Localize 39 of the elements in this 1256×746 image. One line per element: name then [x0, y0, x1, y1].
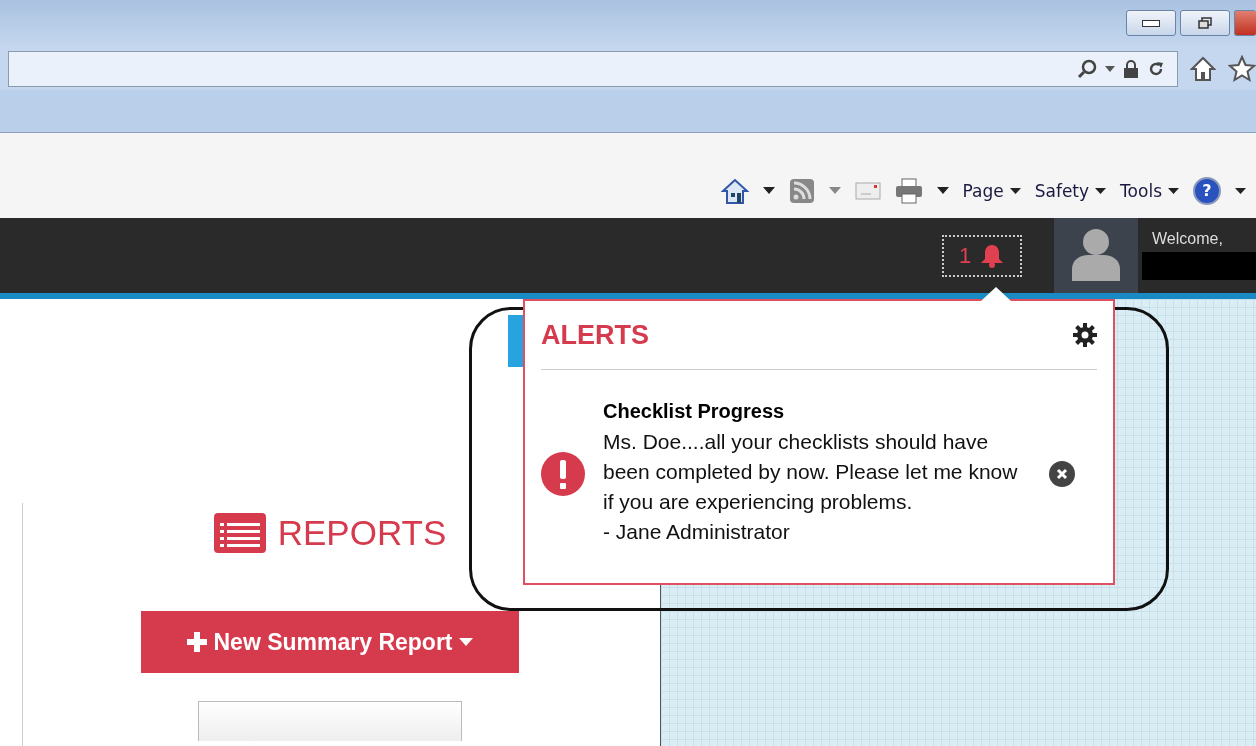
printer-icon[interactable] [894, 177, 923, 204]
caret-icon [458, 638, 473, 646]
caret-icon [1168, 187, 1179, 194]
restore-icon [1198, 17, 1212, 29]
restore-button[interactable] [1180, 10, 1230, 36]
caret-icon [1095, 187, 1107, 194]
caret-icon [1009, 187, 1021, 194]
rss-feed-icon[interactable] [788, 177, 815, 204]
lock-icon [1123, 60, 1139, 78]
caret-icon[interactable] [1105, 66, 1115, 72]
list-icon [213, 513, 266, 553]
caret-icon[interactable] [762, 187, 775, 194]
menu-button[interactable]: Safety [1034, 180, 1107, 201]
new-summary-report-button[interactable]: New Summary Report [141, 611, 519, 673]
menu-button[interactable]: Tools [1120, 180, 1179, 201]
search-icon[interactable] [1077, 59, 1097, 79]
alert-title: Checklist Progress [603, 400, 786, 423]
avatar-tile[interactable] [1054, 218, 1138, 293]
help-button[interactable]: ? [1193, 176, 1221, 205]
menu-button[interactable]: Page [962, 180, 1021, 201]
alert-signature: - Jane Administrator [603, 519, 791, 545]
close-icon[interactable] [1049, 460, 1075, 487]
star-icon[interactable] [1228, 55, 1256, 83]
home-icon[interactable] [720, 176, 749, 205]
reports-heading: REPORTS [277, 513, 447, 553]
minimize-button[interactable] [1126, 10, 1176, 36]
bell-icon [979, 243, 1006, 268]
user-icon [1070, 227, 1122, 281]
alerts-title: ALERTS [541, 319, 649, 351]
caret-icon[interactable] [1235, 187, 1246, 194]
welcome-text: Welcome, [1151, 230, 1224, 248]
alert-message: Ms. Doe....all your checklists should have been completed by now. Please let me know if you are experiencing problems. [603, 429, 1019, 515]
alert-count: 1 [958, 242, 972, 269]
settings-icon[interactable] [1073, 323, 1097, 347]
exclamation-icon [541, 451, 585, 496]
plus-icon [187, 632, 208, 652]
caret-icon[interactable] [936, 187, 949, 194]
refresh-icon[interactable] [1147, 60, 1165, 78]
home-icon[interactable] [1190, 56, 1216, 82]
